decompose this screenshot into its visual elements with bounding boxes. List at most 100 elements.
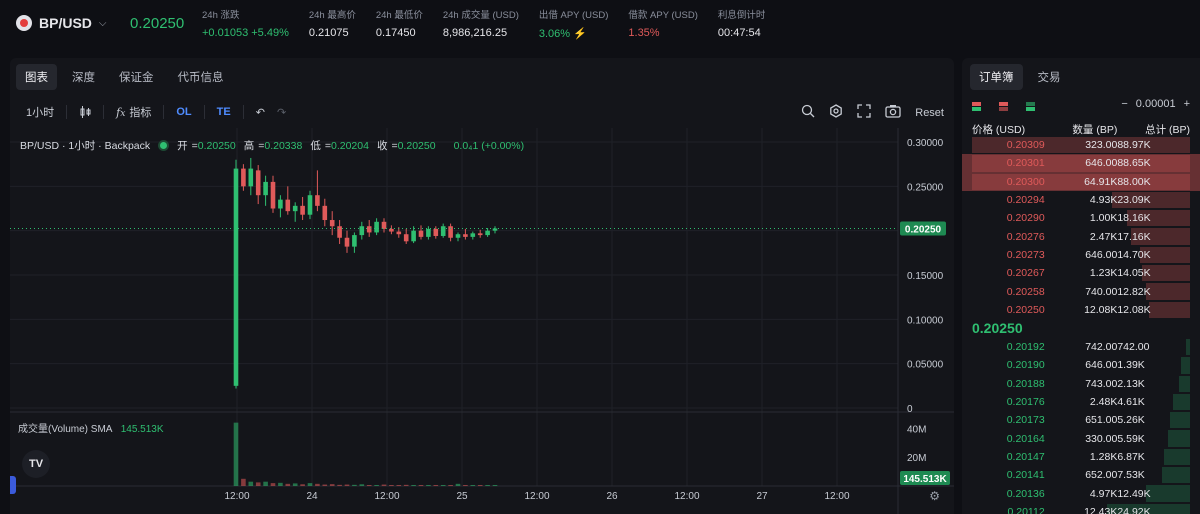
stat-label: 24h 最低价 — [375, 9, 423, 21]
candle-body — [389, 228, 394, 232]
candle-body — [403, 234, 409, 242]
time-axis-label: 24 — [306, 491, 318, 502]
candle-body — [292, 205, 298, 212]
volume-bar — [307, 483, 313, 486]
ohlc-item: 高 =0.20338 — [243, 140, 303, 152]
bid-row[interactable]: 0.20176 2.48K 4.61K — [962, 393, 1200, 411]
row-price: 0.20250 — [1006, 303, 1045, 316]
ohlc-key: 开 — [177, 140, 188, 152]
row-price: 0.20141 — [1006, 469, 1045, 482]
ask-row[interactable]: 0.20267 1.23K 14.05K — [962, 264, 1200, 282]
candle-body — [359, 226, 365, 236]
row-quantity: 652.00 — [1085, 469, 1118, 482]
ask-row[interactable]: 0.20273 646.00 14.70K — [962, 246, 1200, 264]
candle-body — [248, 168, 254, 187]
ask-row[interactable]: 0.20258 740.00 12.82K — [962, 282, 1200, 300]
volume-bar — [359, 484, 365, 486]
volume-bar — [426, 485, 431, 486]
ticker-stat: 24h 成交量 (USD) 8,986,216.25 — [443, 7, 519, 40]
volume-bar — [366, 484, 372, 486]
row-total: 6.87K — [1117, 450, 1145, 463]
stat-label: 24h 涨跌 — [202, 9, 240, 21]
time-axis-label: 12:00 — [224, 491, 249, 502]
row-total: 17.16K — [1117, 230, 1151, 243]
orderbook-tab[interactable]: 交易 — [1029, 64, 1070, 90]
volume-bar — [285, 483, 291, 486]
ticker-stat: 利息倒计时 00:47:54 — [718, 7, 766, 40]
legend-title: BP/USD · 1小时 · Backpack — [20, 140, 151, 152]
candle-body — [263, 181, 268, 196]
ask-row[interactable]: 0.20250 12.08K 12.08K — [962, 301, 1200, 319]
stat-value: 8,986,216.25 — [442, 26, 508, 39]
row-total: 4.61K — [1117, 396, 1145, 409]
ask-row[interactable]: 0.20300 64.91K 88.00K — [962, 172, 1200, 191]
volume-bar — [278, 482, 283, 486]
bid-row[interactable]: 0.20192 742.00 742.00 — [962, 338, 1200, 356]
tick-decrease-button[interactable]: − — [1121, 98, 1127, 110]
volume-bar — [485, 485, 490, 486]
candle-body — [455, 234, 461, 238]
row-quantity: 1.00K — [1089, 212, 1118, 225]
price-chart[interactable]: 0.300000.250000.200000.150000.100000.050… — [10, 58, 954, 514]
ohlc-item: 收 =0.20250 — [376, 140, 436, 152]
bid-row[interactable]: 0.20147 1.28K 6.87K — [962, 448, 1200, 466]
live-status-dot — [160, 142, 168, 149]
row-price: 0.20258 — [1006, 285, 1045, 298]
row-quantity: 64.91K — [1084, 175, 1118, 188]
bid-row[interactable]: 0.20164 330.00 5.59K — [962, 429, 1200, 447]
row-price: 0.20267 — [1006, 267, 1045, 280]
bid-rows: 0.20192 742.00 742.00 0.20190 646.00 1.39… — [962, 338, 1200, 514]
ohlc-key: 高 — [243, 140, 255, 152]
bid-row[interactable]: 0.20190 646.00 1.39K — [962, 356, 1200, 374]
bid-row[interactable]: 0.20141 652.00 7.53K — [962, 466, 1200, 484]
ticker-stat: 24h 最低价 0.17450 — [376, 7, 423, 40]
stat-value: 1.35% — [628, 26, 660, 39]
volume-bar — [241, 478, 246, 486]
volume-axis-label: 20M — [907, 453, 926, 464]
stat-value: 3.06% ⚡ — [538, 27, 587, 40]
row-quantity: 743.00 — [1085, 377, 1118, 390]
row-price: 0.20136 — [1006, 487, 1045, 500]
ask-row[interactable]: 0.20309 323.00 88.97K — [962, 136, 1200, 154]
stat-label: 出借 APY (USD) — [538, 9, 609, 21]
price-axis-label: 0.10000 — [907, 315, 944, 326]
book-view-both-icon[interactable] — [972, 101, 981, 111]
axis-settings-gear-icon[interactable]: ⚙ — [929, 489, 940, 503]
book-view-asks-icon[interactable] — [999, 101, 1008, 111]
pair-selector[interactable]: BP/USD ⌵ — [16, 15, 130, 31]
bid-row[interactable]: 0.20173 651.00 5.26K — [962, 411, 1200, 429]
volume-legend-label: 成交量(Volume) SMA — [18, 424, 112, 435]
candle-body — [255, 170, 261, 196]
volume-bar — [448, 485, 453, 486]
time-axis-label: 12:00 — [824, 491, 849, 502]
ask-row[interactable]: 0.20301 646.00 88.65K — [962, 154, 1200, 173]
orderbook-tab[interactable]: 订单簿 — [970, 64, 1023, 90]
ohlc-value: 0.20204 — [330, 140, 369, 152]
volume-bar — [418, 485, 424, 486]
volume-bar — [233, 422, 239, 486]
ask-row[interactable]: 0.20294 4.93K 23.09K — [962, 191, 1200, 209]
row-quantity: 12.43K — [1084, 505, 1118, 514]
candle-body — [411, 230, 416, 242]
row-total: 12.08K — [1117, 303, 1151, 316]
candle-body — [433, 228, 439, 236]
tick-increase-button[interactable]: + — [1184, 98, 1190, 110]
ask-row[interactable]: 0.20290 1.00K 18.16K — [962, 209, 1200, 227]
ask-row[interactable]: 0.20276 2.47K 17.16K — [962, 227, 1200, 245]
tradingview-logo[interactable]: TV — [22, 450, 50, 478]
book-view-bids-icon[interactable] — [1026, 101, 1035, 111]
row-total: 5.26K — [1117, 414, 1145, 427]
row-total: 24.92K — [1117, 505, 1151, 514]
collapse-handle[interactable] — [10, 476, 16, 494]
candle-body — [322, 205, 328, 221]
stat-label: 借款 APY (USD) — [628, 9, 698, 21]
volume-legend-value: 145.513K — [120, 424, 164, 435]
row-total: 14.05K — [1117, 267, 1151, 280]
bid-row[interactable]: 0.20136 4.97K 12.49K — [962, 484, 1200, 502]
trading-page: BP/USD ⌵ 0.20250 24h 涨跌 +0.01053 +5.49% 2… — [0, 0, 1200, 514]
row-quantity: 1.28K — [1089, 450, 1118, 463]
tick-size-control: − 0.00001 + — [1121, 98, 1190, 110]
row-price: 0.20300 — [1006, 175, 1045, 188]
bid-row[interactable]: 0.20188 743.00 2.13K — [962, 375, 1200, 393]
bid-row[interactable]: 0.20112 12.43K 24.92K — [962, 503, 1200, 514]
